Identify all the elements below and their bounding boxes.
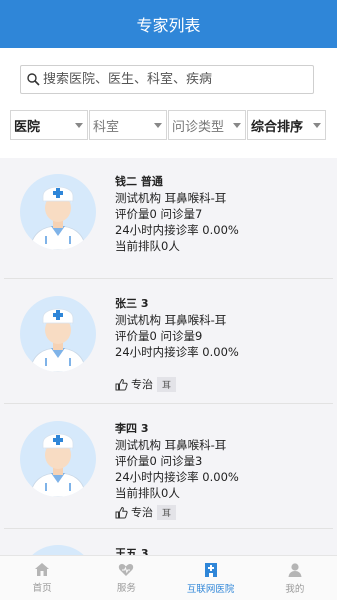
doctor-org: 测试机构 耳鼻喉科-耳 — [115, 313, 227, 327]
bottom-tab-bar: 首页 服务 互联网医院 我的 — [0, 555, 337, 600]
doctor-name: 李四 3 — [115, 422, 149, 435]
doctor-name: 张三 3 — [115, 297, 149, 310]
doctor-org: 测试机构 耳鼻喉科-耳 — [115, 438, 227, 452]
thumbs-up-icon — [115, 506, 128, 518]
doctor-name: 钱二 普通 — [115, 175, 163, 188]
filter-hospital[interactable]: 医院 — [10, 110, 88, 140]
specialty-row: 专治 耳 — [115, 504, 177, 520]
chevron-down-icon — [154, 123, 162, 128]
specialty-tag: 耳 — [157, 376, 177, 392]
doctor-avatar — [20, 296, 96, 372]
specialty-tag: 耳 — [157, 504, 177, 520]
chevron-down-icon — [313, 123, 321, 128]
tab-service[interactable]: 服务 — [84, 556, 168, 600]
doctor-card[interactable]: 钱二 普通 测试机构 耳鼻喉科-耳 评价量0 问诊量7 24小时内接诊率 0.0… — [4, 158, 333, 279]
search-icon — [27, 73, 40, 86]
tab-home-label: 首页 — [32, 583, 52, 594]
doctor-card[interactable]: 李四 3 测试机构 耳鼻喉科-耳 评价量0 问诊量3 24小时内接诊率 0.00… — [4, 404, 333, 529]
doctor-org: 测试机构 耳鼻喉科-耳 — [115, 191, 227, 205]
doctor-avatar — [20, 545, 96, 555]
tab-profile-label: 我的 — [285, 583, 305, 595]
doctor-avatar — [20, 421, 96, 497]
doctor-info: 王五 3 — [115, 546, 148, 555]
doctor-card[interactable]: 张三 3 测试机构 耳鼻喉科-耳 评价量0 问诊量9 24小时内接诊率 0.00… — [4, 279, 333, 404]
app-header: 专家列表 — [0, 0, 337, 48]
filter-sort[interactable]: 综合排序 — [247, 110, 326, 140]
thumbs-up-icon — [115, 378, 128, 390]
doctor-rate: 24小时内接诊率 0.00% — [115, 345, 239, 359]
filter-consult-type[interactable]: 问诊类型 — [168, 110, 246, 140]
filter-department-label: 科室 — [93, 119, 120, 135]
doctor-queue: 当前排队0人 — [115, 486, 180, 500]
filter-hospital-label: 医院 — [14, 119, 41, 135]
search-box[interactable] — [20, 65, 314, 94]
heart-icon — [119, 564, 134, 576]
doctor-reviews: 评价量0 问诊量3 — [115, 454, 203, 468]
hospital-icon — [204, 562, 217, 577]
search-input[interactable] — [43, 72, 303, 87]
tab-profile[interactable]: 我的 — [253, 556, 337, 600]
chevron-down-icon — [233, 123, 241, 128]
filter-consult-type-label: 问诊类型 — [172, 119, 225, 135]
filter-sort-label: 综合排序 — [251, 119, 304, 135]
doctor-reviews: 评价量0 问诊量9 — [115, 329, 203, 343]
doctor-info: 张三 3 测试机构 耳鼻喉科-耳 评价量0 问诊量9 24小时内接诊率 0.00… — [115, 296, 239, 360]
doctor-name: 王五 3 — [115, 547, 149, 555]
doctor-reviews: 评价量0 问诊量7 — [115, 207, 203, 221]
tab-internet-hospital[interactable]: 互联网医院 — [169, 556, 253, 600]
doctor-info: 李四 3 测试机构 耳鼻喉科-耳 评价量0 问诊量3 24小时内接诊率 0.00… — [115, 421, 239, 501]
tab-home[interactable]: 首页 — [0, 556, 84, 600]
tab-service-label: 服务 — [116, 583, 136, 594]
doctor-info: 钱二 普通 测试机构 耳鼻喉科-耳 评价量0 问诊量7 24小时内接诊率 0.0… — [115, 174, 239, 254]
doctor-rate: 24小时内接诊率 0.00% — [115, 223, 239, 237]
home-icon — [35, 563, 50, 576]
filter-department[interactable]: 科室 — [89, 110, 167, 140]
page-title: 专家列表 — [136, 16, 201, 35]
doctor-rate: 24小时内接诊率 0.00% — [115, 470, 239, 484]
user-icon — [288, 562, 302, 577]
doctor-avatar — [20, 174, 96, 250]
doctor-queue: 当前排队0人 — [115, 239, 180, 253]
search-bar — [0, 48, 337, 110]
doctor-card[interactable]: 王五 3 — [4, 529, 333, 555]
filter-bar: 医院 科室 问诊类型 综合排序 — [0, 110, 337, 142]
doctor-list: 钱二 普通 测试机构 耳鼻喉科-耳 评价量0 问诊量7 24小时内接诊率 0.0… — [0, 158, 337, 555]
chevron-down-icon — [75, 123, 83, 128]
specialty-label: 专治 — [131, 378, 153, 391]
specialty-label: 专治 — [131, 506, 153, 519]
specialty-row: 专治 耳 — [115, 376, 177, 392]
tab-internet-hospital-label: 互联网医院 — [186, 583, 235, 595]
